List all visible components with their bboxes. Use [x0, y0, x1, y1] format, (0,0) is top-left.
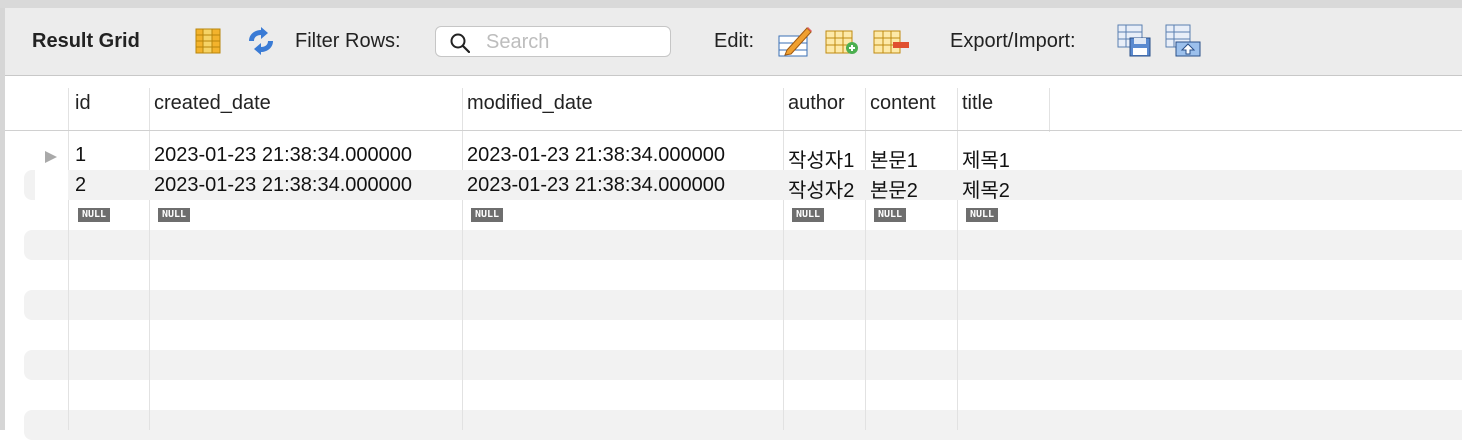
column-divider[interactable]: [957, 88, 958, 430]
column-header-created-date[interactable]: created_date: [154, 92, 271, 115]
header-divider: [5, 130, 1462, 131]
edit-label: Edit:: [714, 30, 755, 52]
cell-modified-date[interactable]: 2023-01-23 21:38:34.000000: [467, 144, 725, 167]
column-divider[interactable]: [1049, 88, 1050, 132]
cell-title[interactable]: 제목2: [962, 174, 1010, 203]
table-row-stripe: [24, 410, 1462, 440]
null-badge[interactable]: NULL: [471, 208, 504, 222]
filter-rows-label: Filter Rows:: [295, 30, 401, 52]
table-row-stripe: [24, 230, 1462, 260]
table-row-stripe: [24, 350, 1462, 380]
result-grid: id created_date modified_date author con…: [5, 76, 1462, 440]
cell-created-date[interactable]: 2023-01-23 21:38:34.000000: [154, 174, 412, 197]
null-badge[interactable]: NULL: [78, 208, 111, 222]
delete-row-icon[interactable]: [873, 30, 911, 56]
cell-content[interactable]: 본문2: [870, 174, 918, 203]
cell-author[interactable]: 작성자1: [788, 144, 854, 173]
refresh-icon[interactable]: [245, 27, 277, 55]
import-icon[interactable]: [1165, 24, 1201, 58]
column-header-modified-date[interactable]: modified_date: [467, 92, 593, 115]
search-icon: [450, 33, 470, 53]
null-badge[interactable]: NULL: [158, 208, 191, 222]
cell-modified-date[interactable]: 2023-01-23 21:38:34.000000: [467, 174, 725, 197]
column-header-content[interactable]: content: [870, 92, 936, 115]
cell-content[interactable]: 본문1: [870, 144, 918, 173]
null-badge[interactable]: NULL: [792, 208, 825, 222]
result-grid-toolbar: Result Grid Filter Rows: Edit:: [5, 8, 1462, 76]
column-divider[interactable]: [68, 88, 69, 430]
columns-icon[interactable]: [195, 28, 221, 54]
current-row-arrow-icon: [45, 151, 57, 163]
result-grid-title: Result Grid: [32, 30, 140, 52]
cell-id[interactable]: 2: [75, 174, 86, 197]
new-row[interactable]: NULL NULL NULL NULL NULL NULL: [5, 200, 1462, 230]
edit-row-icon[interactable]: [777, 24, 813, 58]
table-row-stripe: [24, 290, 1462, 320]
column-header-author[interactable]: author: [788, 92, 845, 115]
column-header-id[interactable]: id: [75, 92, 91, 115]
window-top-strip: [0, 0, 1462, 8]
column-header-title[interactable]: title: [962, 92, 993, 115]
column-divider[interactable]: [783, 88, 784, 430]
column-divider[interactable]: [865, 88, 866, 430]
row-header-cell[interactable]: [35, 170, 68, 200]
column-divider[interactable]: [149, 88, 150, 430]
add-row-icon[interactable]: [825, 30, 859, 56]
filter-rows-search[interactable]: [435, 26, 671, 57]
cell-id[interactable]: 1: [75, 144, 86, 167]
cell-title[interactable]: 제목1: [962, 144, 1010, 173]
null-badge[interactable]: NULL: [966, 208, 999, 222]
search-input[interactable]: [486, 31, 656, 53]
cell-author[interactable]: 작성자2: [788, 174, 854, 203]
export-import-label: Export/Import:: [950, 30, 1076, 52]
column-divider[interactable]: [462, 88, 463, 430]
export-icon[interactable]: [1117, 24, 1153, 58]
cell-created-date[interactable]: 2023-01-23 21:38:34.000000: [154, 144, 412, 167]
null-badge[interactable]: NULL: [874, 208, 907, 222]
